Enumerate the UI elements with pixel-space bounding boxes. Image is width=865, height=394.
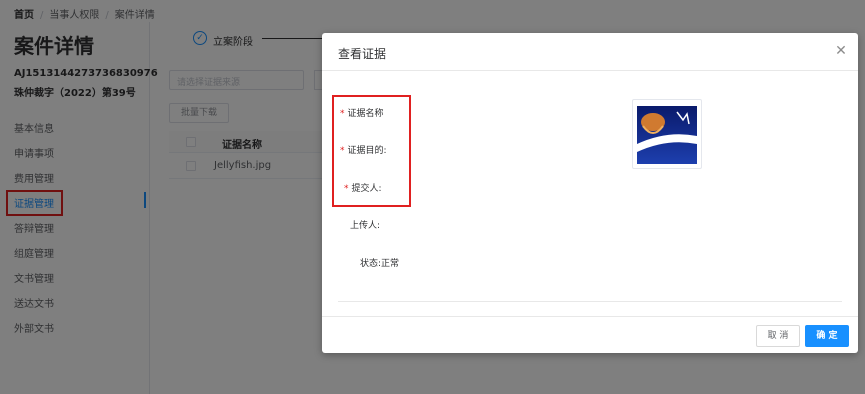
jellyfish-image [637, 106, 697, 164]
field-submitter: * 提交人: [344, 181, 382, 194]
status-value: 正常 [381, 259, 400, 269]
required-asterisk: * [340, 146, 345, 156]
dialog-title: 查看证据 [338, 47, 387, 61]
field-label: 状态: [360, 259, 382, 269]
field-evidence-purpose: * 证据目的: [340, 143, 387, 156]
divider [338, 301, 842, 302]
dialog-header: 查看证据 ✕ [322, 33, 858, 71]
field-status: 状态:正常 [360, 256, 399, 269]
confirm-button[interactable]: 确 定 [805, 325, 849, 347]
cancel-button[interactable]: 取 消 [756, 325, 800, 347]
field-label: 证据名称 [347, 109, 384, 119]
field-evidence-name: * 证据名称 [340, 106, 384, 119]
close-icon[interactable]: ✕ [834, 44, 848, 58]
field-label: 证据目的: [347, 146, 387, 156]
evidence-thumbnail[interactable] [632, 99, 702, 169]
field-uploader: 上传人: [350, 218, 380, 231]
field-label: 上传人: [350, 221, 381, 231]
required-asterisk: * [340, 109, 345, 119]
view-evidence-dialog: 查看证据 ✕ *证据名称 *证据目的: *提交人: 上传人: 状态:正常 [322, 33, 858, 353]
required-asterisk: * [344, 184, 349, 194]
dialog-footer-border [322, 316, 858, 317]
field-label: 提交人: [351, 184, 382, 194]
